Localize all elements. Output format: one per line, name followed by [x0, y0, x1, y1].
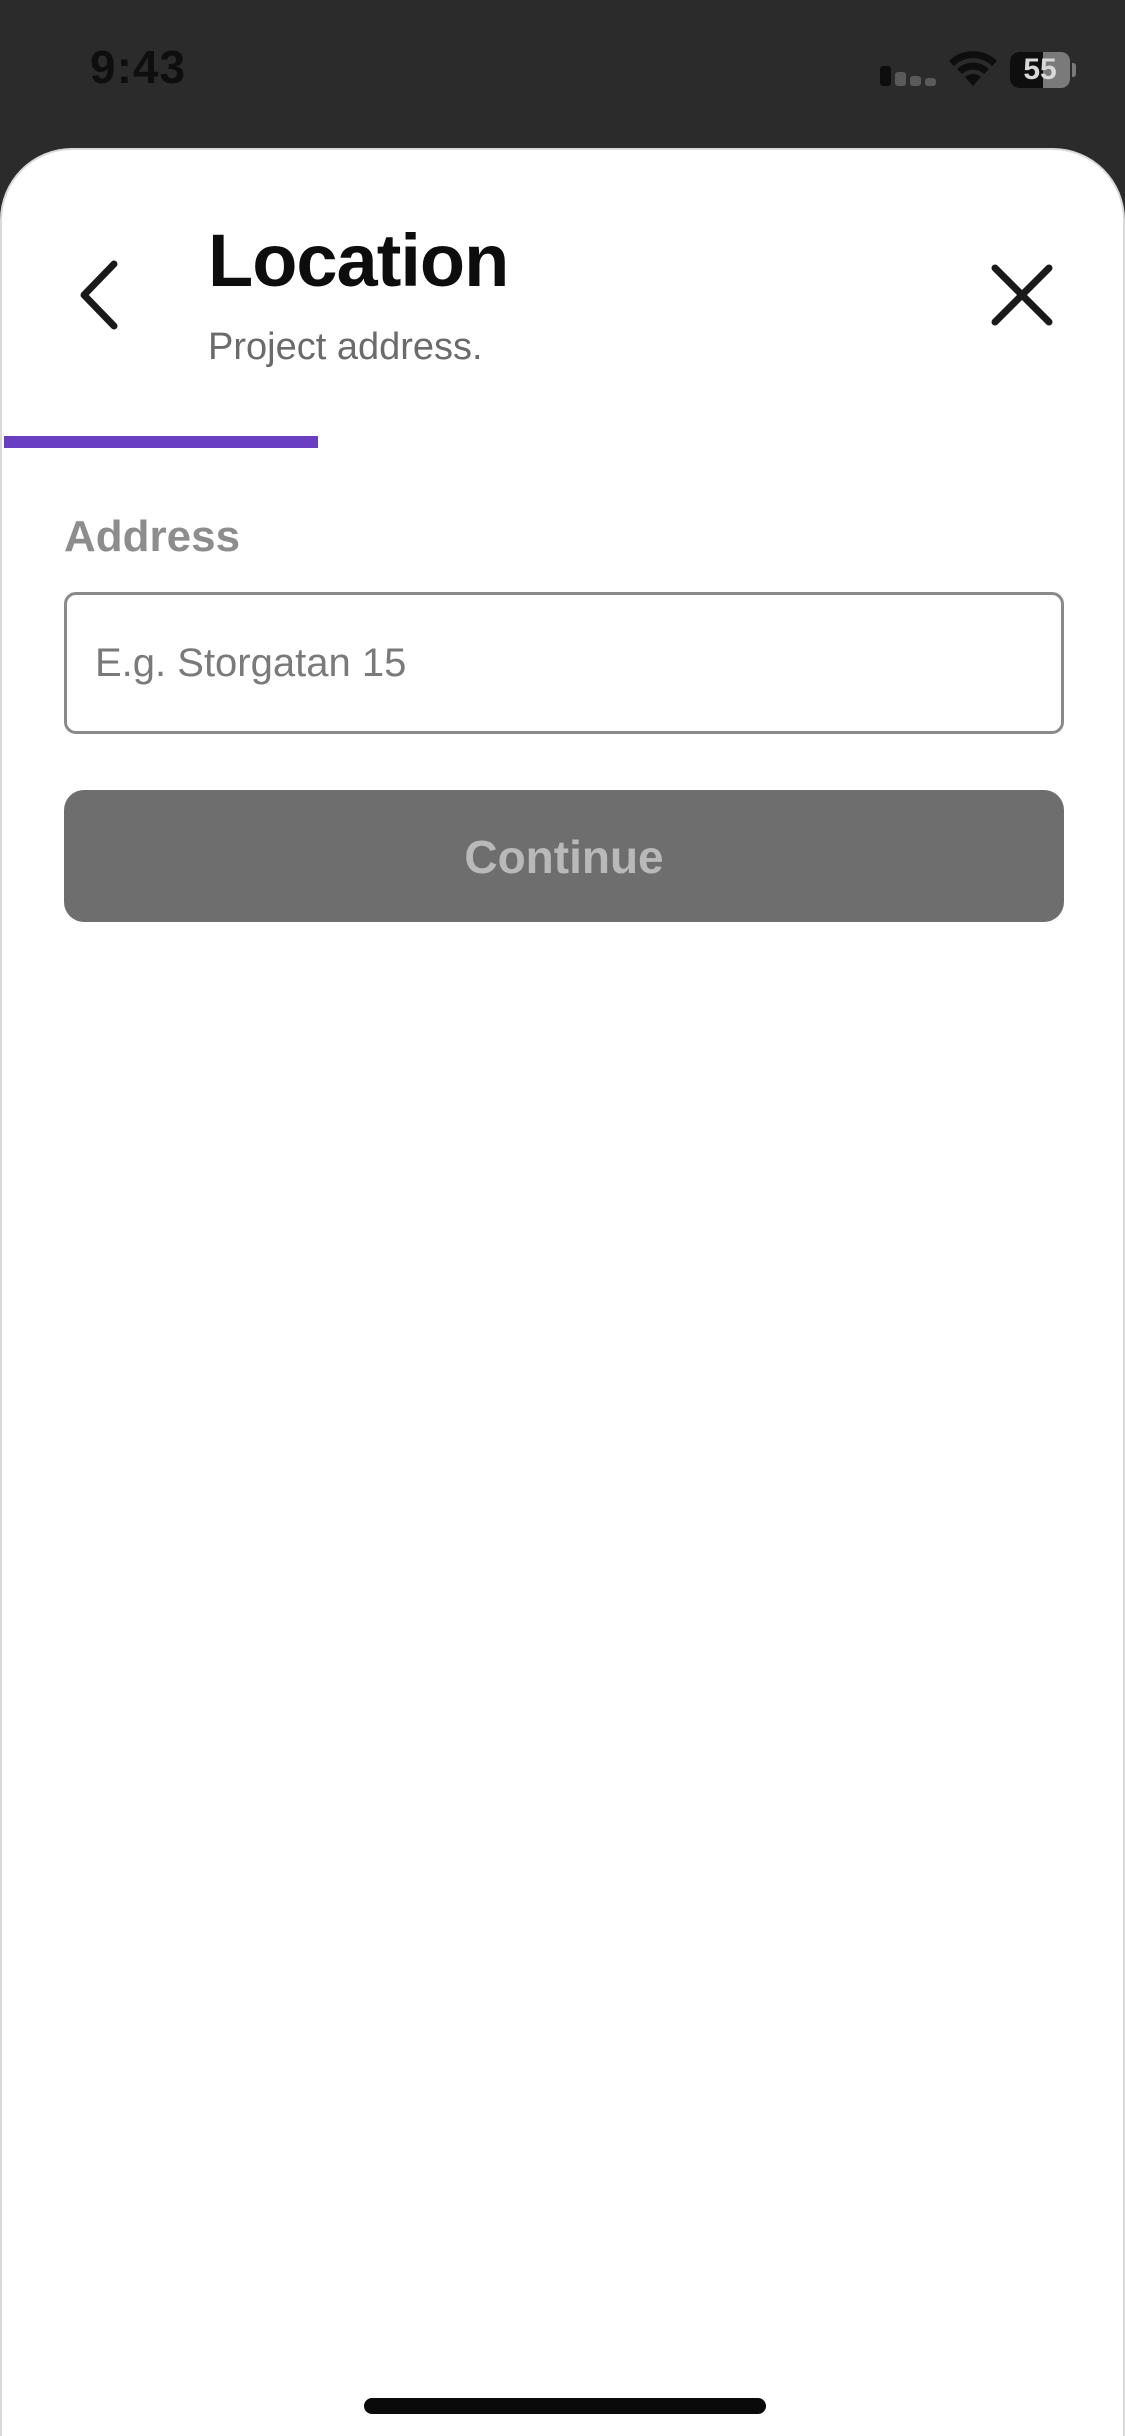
location-sheet: Location Project address. Address Contin… — [0, 148, 1125, 2436]
home-indicator — [364, 2398, 766, 2414]
battery-percentage: 55 — [1023, 53, 1057, 86]
battery-body: 55 — [1010, 52, 1070, 88]
battery-nub — [1072, 63, 1076, 77]
progress-bar — [2, 436, 1123, 448]
status-bar: 9:43 55 — [0, 0, 1125, 148]
progress-fill — [4, 436, 318, 448]
address-label: Address — [64, 512, 241, 561]
wifi-icon — [949, 51, 997, 86]
page-subtitle: Project address. — [208, 326, 483, 368]
page-title: Location — [208, 219, 509, 302]
back-button[interactable] — [62, 250, 142, 340]
close-icon — [991, 264, 1053, 326]
continue-button[interactable]: Continue — [64, 790, 1064, 922]
signal-icon — [880, 66, 936, 86]
status-time: 9:43 — [90, 41, 187, 93]
address-input[interactable] — [64, 592, 1064, 734]
battery-icon: 55 — [1010, 52, 1076, 88]
chevron-left-icon — [80, 260, 118, 330]
close-button[interactable] — [977, 250, 1067, 340]
